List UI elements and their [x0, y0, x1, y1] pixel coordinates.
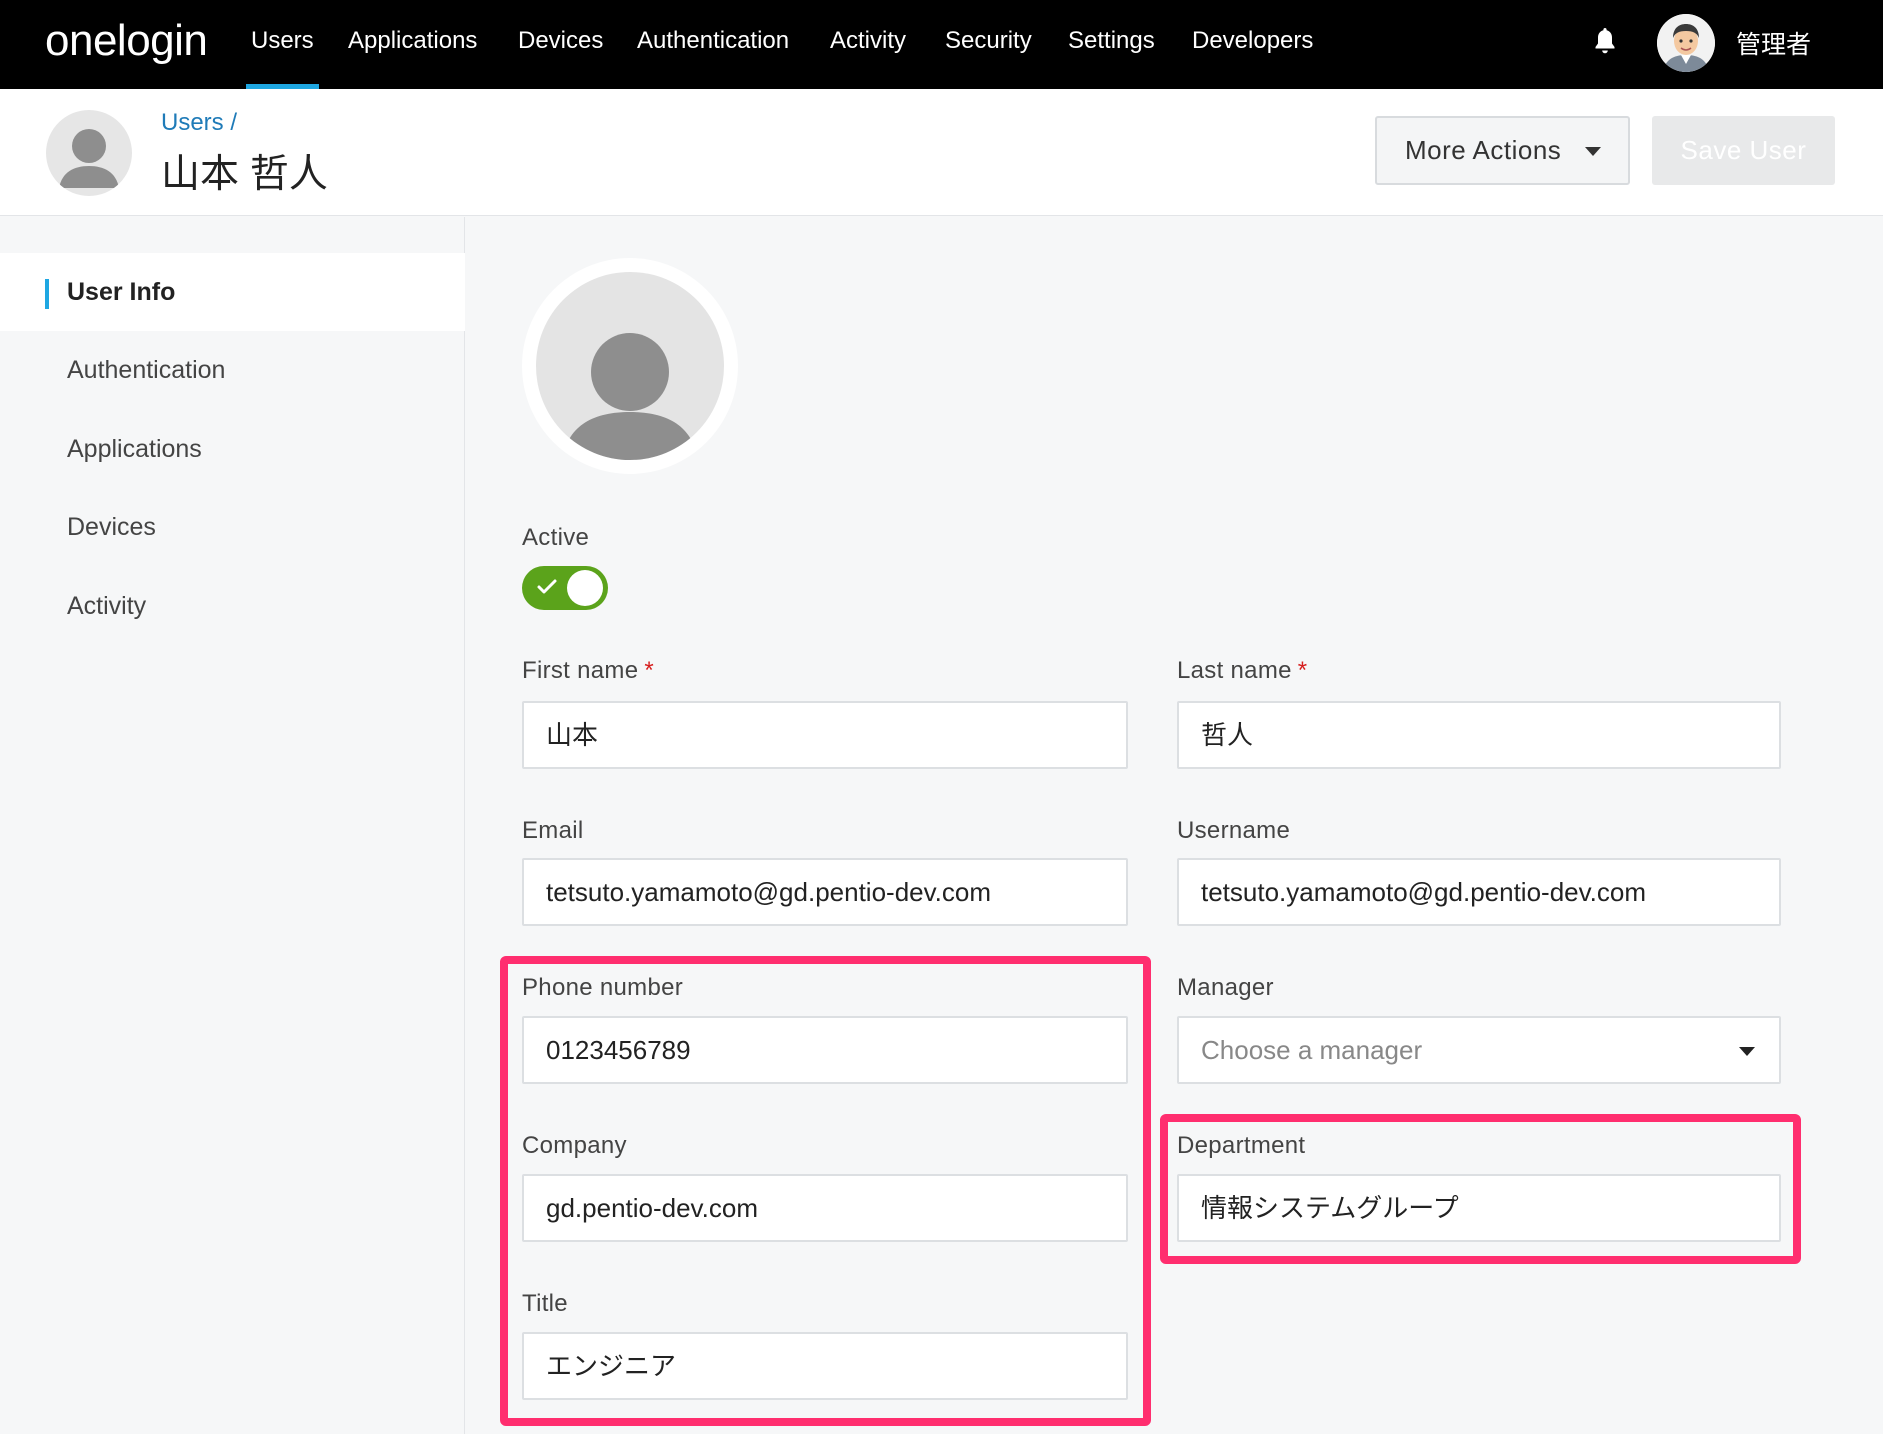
nav-devices[interactable]: Devices: [518, 27, 603, 89]
sidebar-item-devices[interactable]: Devices: [0, 488, 465, 566]
default-avatar-icon: [562, 333, 698, 460]
required-marker: *: [1297, 657, 1308, 684]
user-avatar: [46, 110, 132, 196]
default-avatar-icon: [59, 129, 119, 188]
nav-applications[interactable]: Applications: [348, 27, 477, 89]
highlight-box-department: [1160, 1114, 1801, 1264]
required-marker: *: [644, 657, 654, 684]
manager-select[interactable]: Choose a manager: [1177, 1016, 1781, 1084]
admin-avatar[interactable]: [1657, 14, 1715, 72]
sidebar: User Info Authentication Applications De…: [0, 217, 465, 1434]
page-header: Users / 山本 哲人 More Actions Save User: [0, 89, 1883, 216]
first-name-field[interactable]: 山本: [522, 701, 1128, 769]
username-field[interactable]: tetsuto.yamamoto@gd.pentio-dev.com: [1177, 858, 1781, 926]
manager-label: Manager: [1177, 974, 1274, 1001]
profile-photo[interactable]: [522, 258, 738, 474]
last-name-label-text: Last name: [1177, 657, 1292, 684]
onelogin-logo[interactable]: onelogin: [45, 16, 208, 66]
sidebar-item-applications[interactable]: Applications: [0, 410, 465, 488]
toggle-knob: [567, 570, 603, 606]
user-portrait-icon: [1657, 14, 1715, 72]
nav-developers[interactable]: Developers: [1192, 27, 1313, 89]
nav-users[interactable]: Users: [246, 27, 319, 89]
active-label: Active: [522, 524, 590, 551]
top-navigation: onelogin Users Applications Devices Auth…: [0, 0, 1883, 89]
last-name-label: Last name *: [1177, 657, 1307, 685]
sidebar-item-user-info[interactable]: User Info: [0, 253, 465, 331]
admin-name[interactable]: 管理者: [1736, 25, 1811, 61]
sidebar-item-activity[interactable]: Activity: [0, 567, 465, 645]
email-label: Email: [522, 817, 584, 844]
breadcrumb[interactable]: Users /: [161, 109, 237, 137]
nav-security[interactable]: Security: [945, 27, 1032, 89]
nav-activity[interactable]: Activity: [830, 27, 906, 89]
first-name-label-text: First name: [522, 657, 639, 684]
highlight-box-left: [500, 956, 1151, 1426]
profile-photo-inner: [536, 272, 724, 460]
sidebar-item-authentication[interactable]: Authentication: [0, 331, 465, 409]
email-field[interactable]: tetsuto.yamamoto@gd.pentio-dev.com: [522, 858, 1128, 926]
check-icon: [537, 579, 557, 594]
more-actions-label: More Actions: [1405, 135, 1562, 165]
last-name-field[interactable]: 哲人: [1177, 701, 1781, 769]
active-toggle[interactable]: [522, 566, 608, 610]
manager-placeholder: Choose a manager: [1201, 1035, 1423, 1065]
page-title: 山本 哲人: [161, 153, 328, 196]
save-user-button[interactable]: Save User: [1652, 116, 1835, 185]
more-actions-button[interactable]: More Actions: [1375, 116, 1630, 185]
nav-authentication[interactable]: Authentication: [637, 27, 789, 89]
username-label: Username: [1177, 817, 1291, 844]
nav-settings[interactable]: Settings: [1068, 27, 1155, 89]
caret-down-icon: [1585, 147, 1601, 156]
bell-icon[interactable]: [1593, 26, 1617, 56]
caret-down-icon: [1739, 1047, 1755, 1056]
first-name-label: First name *: [522, 657, 654, 685]
